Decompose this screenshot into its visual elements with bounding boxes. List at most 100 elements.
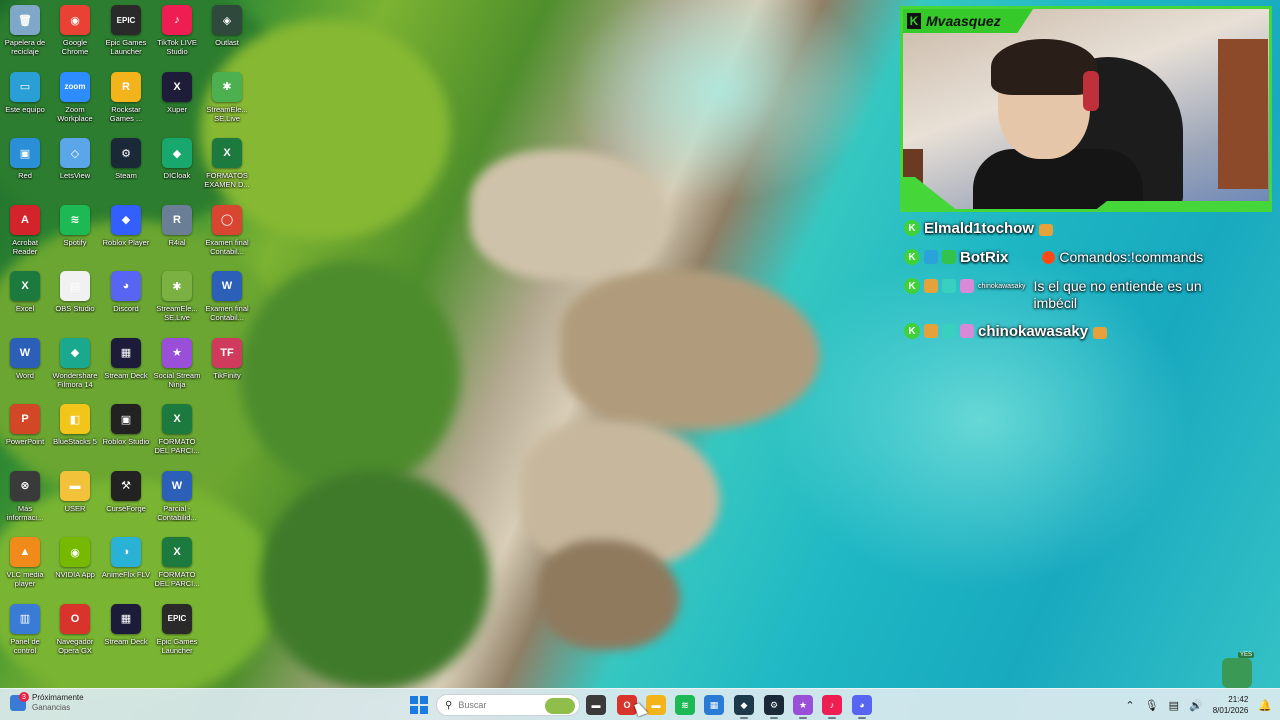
desktop-icon[interactable]: ▤ OBS Studio — [50, 266, 100, 332]
desktop-icon[interactable]: A Acrobat Reader — [0, 200, 50, 266]
windows-logo-icon — [410, 706, 418, 714]
headset — [1083, 71, 1099, 111]
crown-badge-icon — [924, 324, 938, 338]
desktop-icon[interactable]: ◇ LetsView — [50, 133, 100, 199]
desktop-icon[interactable]: W Parcial - Contabilid... — [152, 466, 202, 532]
desktop-icon[interactable]: ★ Social Stream Ninja — [152, 333, 202, 399]
desktop-icon[interactable]: ◧ BlueStacks 5 — [50, 399, 100, 465]
desktop-icon[interactable]: ≋ Spotify — [50, 200, 100, 266]
desktop-icon[interactable]: ▬ USER — [50, 466, 100, 532]
tree-canopy — [240, 260, 460, 490]
desktop-icon-label: TikFinity — [213, 370, 241, 380]
desktop-icon[interactable]: ◉ NVIDIA App — [50, 532, 100, 598]
desktop-icon[interactable]: ◑ AnimeFlix FLV — [101, 532, 151, 598]
desktop-icon-image: W — [212, 271, 242, 301]
desktop-icon[interactable]: ◈ Outlast — [202, 0, 252, 66]
desktop-icon-image: ◈ — [212, 5, 242, 35]
desktop-icon-label: Excel — [15, 304, 35, 313]
desktop-icon[interactable]: X FORMATOS EXAMEN D... — [202, 133, 252, 199]
taskbar-app-capcut-icon[interactable]: ◆ — [734, 695, 754, 719]
desktop-icon[interactable]: ◕ Discord — [101, 266, 151, 332]
chat-username: Elmald1tochow — [924, 220, 1035, 237]
desktop-icon[interactable]: X Xuper — [152, 67, 202, 133]
desktop-icon[interactable]: X FORMATO DEL PARCI... — [152, 399, 202, 465]
desktop-icon[interactable]: W Examen final Contabil... — [202, 266, 252, 332]
sub-badge-icon — [942, 279, 956, 293]
desktop-icon-label: TikTok LIVE Studio — [157, 38, 197, 56]
network-icon[interactable]: ▤ — [1169, 699, 1179, 712]
desktop-icon-image: W — [10, 337, 40, 368]
desktop-icon-label: BlueStacks 5 — [53, 437, 97, 446]
desktop-icon[interactable]: ♪ TikTok LIVE Studio — [152, 0, 202, 66]
desktop-icon[interactable]: ▭ Este equipo — [0, 67, 50, 133]
widget-badge: 3 — [19, 692, 29, 702]
desktop-icon[interactable]: X Excel — [0, 266, 50, 332]
start-button[interactable] — [410, 696, 428, 714]
desktop-icon-label: Parcial - Contabilid... — [157, 503, 197, 522]
taskbar-search[interactable]: ⚲ — [436, 694, 580, 716]
kick-badge-icon: K — [904, 278, 920, 294]
chat-message: K Elmald1tochow — [904, 216, 1274, 238]
desktop-icon-label: Red — [18, 171, 32, 180]
desktop-icon-image: X — [212, 138, 242, 168]
volume-icon[interactable]: 🔊 — [1189, 699, 1203, 712]
taskbar-app-spotify-icon[interactable]: ≋ — [675, 695, 695, 715]
clock-date: 8/01/2026 — [1212, 706, 1249, 715]
desktop-icon[interactable]: EPIC Epic Games Launcher — [152, 599, 202, 665]
notification-bell-icon[interactable]: 🔔 — [1258, 699, 1272, 712]
widgets-button[interactable]: 3 Próximamente Ganancias — [10, 692, 84, 713]
desktop-icon[interactable]: R Rockstar Games ... — [101, 67, 151, 133]
taskbar-app-store-icon[interactable]: ▦ — [704, 695, 724, 715]
desktop-icon[interactable]: ✱ StreamEle... SE.Live — [202, 67, 252, 133]
desktop-icon[interactable]: 🗑 Papelera de reciclaje — [0, 0, 50, 66]
desktop-icon[interactable]: ▥ Panel de control — [0, 599, 50, 665]
desktop-icon-image: 🗑 — [10, 5, 40, 35]
desktop-icon[interactable]: X FORMATO DEL PARCI... — [152, 532, 202, 598]
desktop-icon[interactable]: ◆ DICloak — [152, 133, 202, 199]
desktop-icon[interactable]: ▣ Roblox Studio — [101, 399, 151, 465]
desktop-icon[interactable]: ⚙ Steam — [101, 133, 151, 199]
desktop-icon[interactable]: ▣ Red — [0, 133, 50, 199]
taskbar-app-tiktok-icon[interactable]: ♪ — [822, 695, 842, 719]
taskbar-app-folder-icon[interactable]: ▬ — [646, 695, 666, 715]
widget-title: Próximamente — [32, 693, 84, 702]
bot-badge-icon — [924, 250, 938, 264]
desktop-icon[interactable]: ▲ VLC media player — [0, 532, 50, 598]
microphone-icon[interactable]: 🎙 — [1145, 699, 1159, 712]
desktop-icon[interactable]: ◉ Google Chrome — [50, 0, 100, 66]
desktop-icon[interactable]: ⊗ Más informaci... — [0, 466, 50, 532]
streamer-name-tag: K Mvaasquez — [903, 9, 1033, 33]
chat-message: K chinokawasaky — [904, 319, 1274, 341]
desktop-icon[interactable]: ▦ Stream Deck — [101, 599, 151, 665]
desktop-icon-label: Navegador Opera GX — [56, 636, 94, 655]
desktop-icon-image: ◉ — [60, 537, 90, 567]
desktop-icon-label: Rockstar Games ... — [109, 104, 143, 123]
taskbar-app-social-stream-icon[interactable]: ★ — [793, 695, 813, 719]
taskbar-app-steam-icon[interactable]: ⚙ — [764, 695, 784, 719]
desktop-icon[interactable]: ⚒ CurseForge — [101, 466, 151, 532]
desktop-icon[interactable]: zoom Zoom Workplace — [50, 67, 100, 133]
gift-badge-icon — [960, 279, 974, 293]
taskbar-app-discord-icon[interactable]: ◕ — [852, 695, 872, 719]
desktop-icon-image: A — [10, 204, 40, 235]
desktop-icon-label: LetsView — [59, 171, 91, 180]
desktop-icon-label: Spotify — [63, 237, 87, 247]
desktop-icon[interactable]: ◯ Examen final Contabil... — [202, 200, 252, 266]
desktop-icon[interactable]: O Navegador Opera GX — [50, 599, 100, 665]
clock-time: 21:42 — [1228, 695, 1249, 704]
desktop-icon[interactable]: P PowerPoint — [0, 399, 50, 465]
search-input[interactable] — [458, 700, 539, 710]
clock[interactable]: 21:42 8/01/2026 — [1213, 694, 1249, 716]
desktop-icon[interactable]: ◆ Wondershare Filmora 14 — [50, 333, 100, 399]
desktop-icon[interactable]: W Word — [0, 333, 50, 399]
desktop-icon[interactable]: ✱ StreamEle... SE.Live — [152, 266, 202, 332]
desktop-icon[interactable]: ▦ Stream Deck — [101, 333, 151, 399]
desktop-icon[interactable]: TF TikFinity — [202, 333, 252, 399]
desktop-icon[interactable]: ◆ Roblox Player — [101, 200, 151, 266]
desktop-icon[interactable]: EPIC Epic Games Launcher — [101, 0, 151, 66]
sub-badge-icon — [942, 324, 956, 338]
chevron-up-icon[interactable]: ⌃ — [1125, 699, 1134, 712]
streamer-name: Mvaasquez — [926, 13, 1001, 29]
taskbar-app-file-explorer-dark-icon[interactable]: ▬ — [586, 695, 606, 715]
desktop-icon[interactable]: R R4ial — [152, 200, 202, 266]
